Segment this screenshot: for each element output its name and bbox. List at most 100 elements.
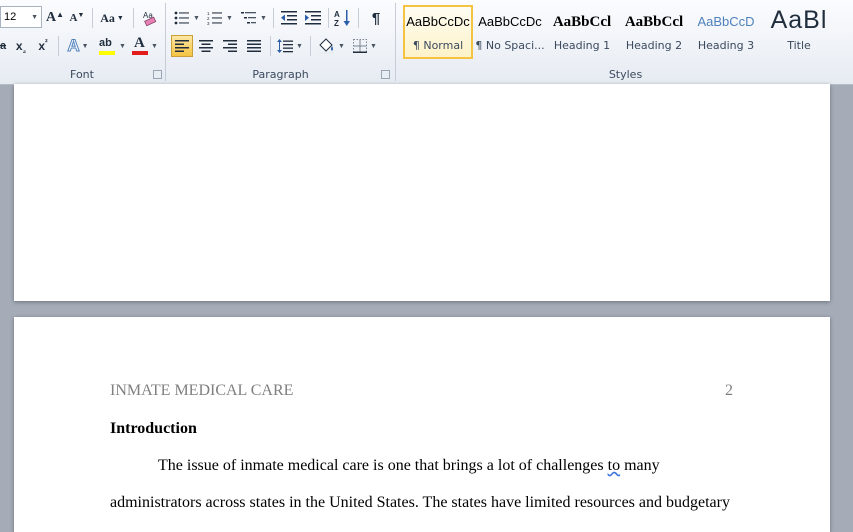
chevron-down-icon: ▼ — [338, 42, 345, 50]
change-case-button[interactable]: Aa ▼ — [97, 8, 127, 28]
bullets-button[interactable]: ▼ — [173, 8, 201, 28]
highlight-letters: ab — [99, 37, 112, 49]
numbered-list-icon: 1 2 3 — [207, 11, 223, 25]
body-text: many — [620, 457, 660, 474]
align-left-icon — [175, 40, 189, 52]
svg-text:Z: Z — [334, 19, 339, 27]
subscript-mark: ₂ — [22, 45, 27, 55]
strikethrough-button[interactable]: a — [0, 36, 8, 56]
style-title[interactable]: AaBl Title — [764, 5, 834, 59]
font-color-letter: A — [134, 35, 145, 51]
justify-icon — [247, 40, 261, 52]
style-name: Heading 3 — [697, 39, 755, 52]
page-2: INMATE MEDICAL CARE 2 Introduction The i… — [14, 317, 830, 532]
subscript-button[interactable]: x₂ — [11, 36, 31, 56]
style-heading-1[interactable]: AaBbCcl Heading 1 — [547, 5, 617, 59]
style-preview: AaBbCcDc — [478, 14, 542, 29]
increase-indent-icon — [305, 11, 321, 25]
sort-button[interactable]: A Z — [333, 7, 353, 29]
numbering-button[interactable]: 1 2 3 ▼ — [205, 8, 235, 28]
arrow-up-icon: ▲ — [56, 9, 65, 19]
style-name: Heading 1 — [553, 39, 611, 52]
grow-font-button[interactable]: A ▲ — [45, 8, 65, 28]
justify-button[interactable] — [243, 35, 265, 57]
font-size-value: 12 — [4, 11, 17, 23]
font-dialog-launcher[interactable] — [153, 70, 162, 79]
paragraph-group-label: Paragraph — [252, 68, 309, 81]
style-subtitle[interactable]: Ac S — [836, 5, 853, 59]
divider — [310, 36, 311, 56]
superscript-button[interactable]: x² — [33, 36, 53, 56]
style-name: Title — [787, 39, 811, 52]
style-preview: AaBbCcl — [552, 14, 612, 30]
chevron-down-icon: ▼ — [260, 14, 267, 22]
increase-indent-button[interactable] — [303, 8, 323, 28]
style-heading-2[interactable]: AaBbCcl Heading 2 — [619, 5, 689, 59]
subscript-label: x — [15, 39, 23, 53]
svg-text:3: 3 — [207, 21, 210, 25]
paragraph-group: ▼ 1 2 3 ▼ ▼ A Z ¶ ▼ ▼ ▼ Paragraph — [167, 0, 394, 84]
multilevel-list-icon — [241, 12, 257, 24]
decrease-indent-icon — [281, 11, 297, 25]
divider — [92, 8, 93, 28]
show-formatting-button[interactable]: ¶ — [366, 8, 386, 28]
align-right-icon — [223, 40, 237, 52]
paint-bucket-icon — [318, 38, 335, 54]
style-preview: AaBbCcD — [697, 14, 755, 29]
divider — [270, 36, 271, 56]
shading-button[interactable]: ▼ — [316, 35, 346, 57]
chevron-down-icon: ▼ — [31, 13, 38, 21]
divider — [133, 8, 134, 28]
styles-group: AaBbCcDc ¶ Normal AaBbCcDc ¶ No Spaci... AaB… — [398, 0, 853, 84]
style-name: ¶ Normal — [412, 39, 464, 52]
multilevel-list-button[interactable]: ▼ — [239, 8, 269, 28]
running-header-title: INMATE MEDICAL CARE — [110, 382, 294, 399]
style-preview: AaBbCcl — [624, 14, 684, 30]
style-heading-3[interactable]: AaBbCcD Heading 3 — [691, 5, 761, 59]
style-no-spacing[interactable]: AaBbCcDc ¶ No Spaci... — [475, 5, 545, 59]
align-left-button[interactable] — [171, 35, 193, 57]
svg-text:A: A — [334, 10, 340, 19]
grow-font-icon: A — [45, 10, 57, 25]
font-color-icon: A — [132, 35, 149, 55]
line-spacing-button[interactable]: ▼ — [275, 35, 305, 57]
superscript-label: x — [38, 39, 45, 53]
chevron-down-icon: ▼ — [296, 42, 303, 50]
font-color-bar — [132, 51, 149, 55]
body-line-1: The issue of inmate medical care is one … — [158, 457, 660, 475]
clear-formatting-button[interactable]: Aa — [140, 7, 160, 29]
style-preview: AaBl — [770, 6, 828, 34]
align-right-button[interactable] — [219, 35, 241, 57]
highlighter-icon: ab — [98, 37, 116, 55]
shrink-font-icon: A — [69, 12, 78, 24]
decrease-indent-button[interactable] — [279, 8, 299, 28]
chevron-down-icon: ▼ — [370, 42, 377, 50]
shrink-font-button[interactable]: A ▼ — [68, 8, 86, 28]
strikethrough-label: a — [0, 40, 7, 52]
text-effects-button[interactable]: A ▼ — [63, 36, 93, 56]
pilcrow-icon: ¶ — [371, 9, 381, 27]
highlight-color-bar — [99, 51, 116, 55]
group-separator — [165, 3, 166, 81]
change-case-label: Aa — [100, 10, 115, 25]
header-page-number: 2 — [725, 382, 733, 399]
borders-button[interactable]: ▼ — [350, 35, 380, 57]
bullet-list-icon — [174, 11, 190, 25]
group-separator — [395, 3, 396, 81]
styles-gallery: AaBbCcDc ¶ Normal AaBbCcDc ¶ No Spaci... AaB… — [398, 0, 853, 64]
ribbon: 12 ▼ A ▲ A ▼ Aa ▼ Aa a x₂ x² A ▼ ab ▼ A … — [0, 0, 853, 85]
highlight-button[interactable]: ab ▼ — [96, 36, 128, 56]
text-effects-icon: A — [67, 36, 80, 56]
paragraph-dialog-launcher[interactable] — [381, 70, 390, 79]
style-preview: AaBbCcDc — [406, 14, 470, 29]
chevron-down-icon: ▼ — [151, 42, 158, 50]
font-group-label: Font — [70, 68, 94, 81]
chevron-down-icon: ▼ — [193, 14, 200, 22]
divider — [328, 8, 329, 28]
chevron-down-icon: ▼ — [119, 42, 126, 50]
font-size-combo[interactable]: 12 ▼ — [0, 6, 42, 28]
chevron-down-icon: ▼ — [226, 14, 233, 22]
align-center-button[interactable] — [195, 35, 217, 57]
style-normal[interactable]: AaBbCcDc ¶ Normal — [403, 5, 473, 59]
font-color-button[interactable]: A ▼ — [130, 35, 160, 56]
